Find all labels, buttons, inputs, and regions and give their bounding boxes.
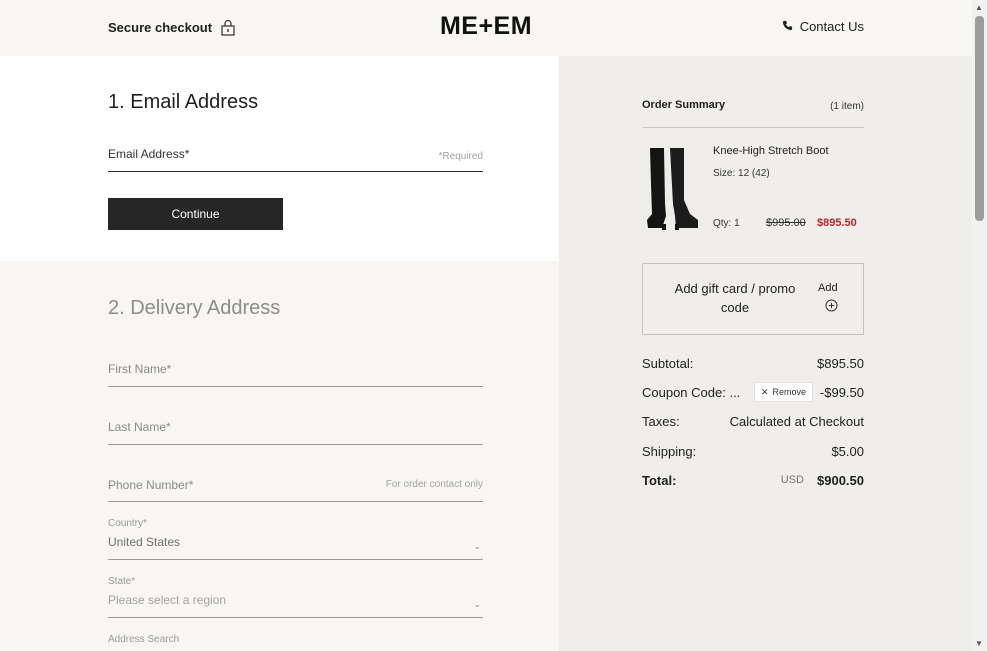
subtotal-label: Subtotal: bbox=[642, 356, 694, 371]
promo-label: Add gift card / promo code bbox=[674, 281, 796, 315]
delivery-step-title: 2. Delivery Address bbox=[108, 297, 281, 319]
state-label: State* bbox=[108, 576, 136, 587]
subtotal-value: $895.50 bbox=[817, 356, 864, 371]
remove-label: Remove bbox=[772, 387, 807, 397]
total-label: Total: bbox=[642, 473, 677, 488]
item-count: (1 item) bbox=[830, 101, 864, 112]
coupon-label: Coupon Code: ... bbox=[642, 385, 741, 400]
shipping-value: $5.00 bbox=[831, 444, 864, 459]
sale-price: $895.50 bbox=[817, 217, 857, 229]
last-name-field[interactable]: Last Name* bbox=[108, 414, 483, 445]
address-search-label: Address Search bbox=[108, 634, 180, 645]
state-placeholder: Please select a region bbox=[108, 593, 227, 607]
state-select[interactable]: State* Please select a region ⌄ bbox=[108, 574, 483, 618]
email-step-title: 1. Email Address bbox=[108, 91, 259, 113]
email-field[interactable]: Email Address* *Required bbox=[108, 140, 483, 172]
taxes-row: Taxes: Calculated at Checkout bbox=[642, 414, 864, 432]
product-image bbox=[642, 144, 704, 234]
original-price: $995.00 bbox=[766, 217, 806, 229]
phone-label: Phone Number* bbox=[108, 478, 194, 492]
chevron-down-icon: ⌄ bbox=[473, 541, 481, 551]
product-name[interactable]: Knee-High Stretch Boot bbox=[713, 145, 829, 157]
email-field-label: Email Address* bbox=[108, 147, 190, 161]
page-scrollbar[interactable]: ▲ ▼ bbox=[972, 0, 987, 651]
checkout-header: Secure checkout ME+EM Contact Us bbox=[0, 0, 972, 56]
chevron-down-icon: ⌄ bbox=[473, 599, 481, 609]
order-summary-title: Order Summary bbox=[642, 99, 726, 111]
contact-us-link[interactable]: Contact Us bbox=[782, 19, 864, 34]
shipping-label: Shipping: bbox=[642, 444, 697, 459]
shipping-row: Shipping: $5.00 bbox=[642, 444, 864, 462]
currency-code: USD bbox=[780, 474, 804, 486]
scroll-down-icon[interactable]: ▼ bbox=[975, 639, 983, 648]
phone-icon bbox=[782, 19, 793, 34]
phone-field[interactable]: Phone Number* For order contact only bbox=[108, 472, 483, 502]
product-size: Size: 12 (42) bbox=[713, 168, 770, 179]
country-select[interactable]: Country* United States ⌄ bbox=[108, 516, 483, 560]
phone-hint: For order contact only bbox=[385, 479, 483, 490]
subtotal-row: Subtotal: $895.50 bbox=[642, 356, 864, 374]
promo-add-label: Add bbox=[818, 282, 838, 294]
total-value: $900.50 bbox=[817, 473, 864, 488]
product-qty: Qty: 1 bbox=[713, 218, 740, 229]
close-icon: ✕ bbox=[761, 386, 769, 397]
country-label: Country* bbox=[108, 518, 147, 529]
required-hint: *Required bbox=[438, 151, 483, 162]
country-value: United States bbox=[108, 535, 181, 549]
scroll-thumb[interactable] bbox=[975, 16, 984, 221]
taxes-value: Calculated at Checkout bbox=[729, 414, 864, 429]
divider bbox=[642, 127, 864, 128]
first-name-field[interactable]: First Name* bbox=[108, 356, 483, 387]
last-name-label: Last Name* bbox=[108, 420, 171, 434]
address-search-field[interactable]: Address Search bbox=[108, 632, 483, 651]
continue-button[interactable]: Continue bbox=[108, 198, 283, 230]
contact-us-label: Contact Us bbox=[799, 19, 864, 34]
scroll-up-icon[interactable]: ▲ bbox=[975, 3, 983, 12]
promo-code-button[interactable]: Add gift card / promo code Add bbox=[642, 263, 864, 335]
plus-circle-icon bbox=[825, 299, 838, 317]
remove-coupon-button[interactable]: ✕ Remove bbox=[754, 382, 814, 402]
coupon-row: Coupon Code: ... ✕ Remove -$99.50 bbox=[642, 382, 864, 403]
total-row: Total: USD $900.50 bbox=[642, 473, 864, 491]
coupon-value: -$99.50 bbox=[819, 385, 864, 400]
taxes-label: Taxes: bbox=[642, 414, 680, 429]
first-name-label: First Name* bbox=[108, 362, 172, 376]
